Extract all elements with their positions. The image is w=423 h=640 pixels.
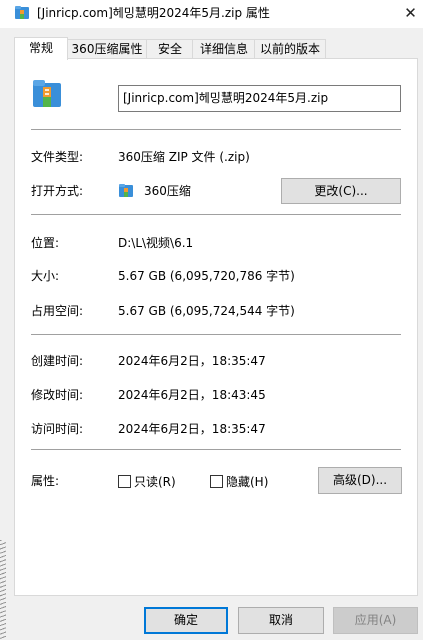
zip-archive-icon xyxy=(15,6,29,19)
size-on-disk-value: 5.67 GB (6,095,724,544 字节) xyxy=(118,304,295,318)
readonly-label: 只读(R) xyxy=(134,475,176,489)
hidden-checkbox[interactable] xyxy=(210,475,223,488)
file-name-field[interactable]: [Jinricp.com]헤밍慧明2024年5月.zip xyxy=(118,85,401,112)
ok-button[interactable]: 确定 xyxy=(144,607,228,634)
accessed-value: 2024年6月2日，18:35:47 xyxy=(118,422,266,436)
title-bar: [Jinricp.com]헤밍慧明2024年5月.zip 属性 ✕ xyxy=(0,0,423,28)
created-label: 创建时间: xyxy=(31,354,84,368)
created-value: 2024年6月2日，18:35:47 xyxy=(118,354,266,368)
modified-label: 修改时间: xyxy=(31,388,84,402)
opens-with-label: 打开方式: xyxy=(31,184,84,198)
dialog-footer: 确定 取消 应用(A) xyxy=(0,600,423,640)
close-button[interactable]: ✕ xyxy=(398,0,423,26)
location-label: 位置: xyxy=(31,236,60,250)
360-zip-app-icon xyxy=(119,184,133,197)
divider xyxy=(31,129,401,130)
tab-360-properties[interactable]: 360压缩属性 xyxy=(66,39,148,59)
attributes-label: 属性: xyxy=(31,474,60,488)
zip-file-icon xyxy=(33,80,61,107)
size-label: 大小: xyxy=(31,269,60,283)
divider xyxy=(31,449,401,450)
size-value: 5.67 GB (6,095,720,786 字节) xyxy=(118,269,295,283)
readonly-checkbox[interactable] xyxy=(118,475,131,488)
close-icon: ✕ xyxy=(404,4,417,22)
window-title: [Jinricp.com]헤밍慧明2024年5月.zip 属性 xyxy=(37,6,270,20)
hidden-label: 隐藏(H) xyxy=(226,475,269,489)
general-panel: [Jinricp.com]헤밍慧明2024年5月.zip 文件类型: 360压缩… xyxy=(14,58,418,596)
file-type-label: 文件类型: xyxy=(31,150,84,164)
divider xyxy=(31,214,401,215)
opens-with-value: 360压缩 xyxy=(144,184,191,198)
location-value: D:\L\视频\6.1 xyxy=(118,236,194,250)
accessed-label: 访问时间: xyxy=(31,422,84,436)
cancel-button[interactable]: 取消 xyxy=(238,607,324,634)
tab-previous-versions[interactable]: 以前的版本 xyxy=(254,39,326,59)
apply-button[interactable]: 应用(A) xyxy=(333,607,418,634)
tab-general[interactable]: 常规 xyxy=(14,37,68,60)
file-type-value: 360压缩 ZIP 文件 (.zip) xyxy=(118,150,250,164)
modified-value: 2024年6月2日，18:43:45 xyxy=(118,388,266,402)
divider xyxy=(31,334,401,335)
tab-details[interactable]: 详细信息 xyxy=(192,39,256,59)
size-on-disk-label: 占用空间: xyxy=(31,304,84,318)
change-button[interactable]: 更改(C)... xyxy=(281,178,401,204)
tab-security[interactable]: 安全 xyxy=(146,39,194,59)
advanced-button[interactable]: 高级(D)... xyxy=(318,467,402,494)
